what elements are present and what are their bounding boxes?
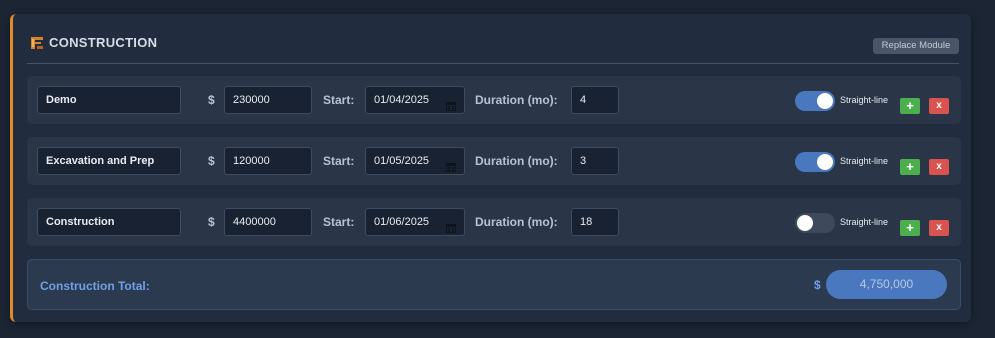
delete-row-button[interactable]: x <box>929 159 949 175</box>
start-label: Start: <box>323 93 355 107</box>
duration-label: Duration (mo): <box>475 215 558 229</box>
module-title: CONSTRUCTION <box>49 35 158 50</box>
cost-row: Excavation and Prep $ 120000 Start: 01/0… <box>27 137 961 185</box>
start-label: Start: <box>323 154 355 168</box>
add-row-button[interactable]: + <box>900 220 920 236</box>
currency-symbol: $ <box>208 93 215 107</box>
currency-symbol: $ <box>208 154 215 168</box>
page-background: CONSTRUCTION Replace Module Demo $ 23000… <box>0 0 995 338</box>
construction-module-card: CONSTRUCTION Replace Module Demo $ 23000… <box>10 14 971 322</box>
add-row-button[interactable]: + <box>900 159 920 175</box>
straight-line-label: Straight-line <box>840 217 889 227</box>
duration-label: Duration (mo): <box>475 154 558 168</box>
cost-row: Demo $ 230000 Start: 01/04/2025 Duration… <box>27 76 961 124</box>
straight-line-toggle[interactable] <box>795 152 835 172</box>
cost-item-name-input[interactable]: Excavation and Prep <box>37 147 181 175</box>
cost-amount-input[interactable]: 230000 <box>224 86 312 114</box>
cost-amount-input[interactable]: 4400000 <box>224 208 312 236</box>
calendar-icon[interactable] <box>446 95 456 111</box>
straight-line-label: Straight-line <box>840 95 889 105</box>
construction-total-panel: Construction Total: $ 4,750,000 <box>27 259 961 310</box>
start-date-input[interactable]: 01/05/2025 <box>365 147 465 175</box>
module-header: CONSTRUCTION Replace Module <box>27 32 959 64</box>
calendar-icon[interactable] <box>446 156 456 172</box>
delete-row-button[interactable]: x <box>929 98 949 114</box>
duration-label: Duration (mo): <box>475 93 558 107</box>
replace-module-button[interactable]: Replace Module <box>873 38 959 54</box>
start-date-input[interactable]: 01/04/2025 <box>365 86 465 114</box>
total-currency-symbol: $ <box>814 278 821 292</box>
toggle-knob <box>817 154 833 170</box>
duration-input[interactable]: 18 <box>571 208 619 236</box>
add-row-button[interactable]: + <box>900 98 920 114</box>
start-date-input[interactable]: 01/06/2025 <box>365 208 465 236</box>
straight-line-label: Straight-line <box>840 156 889 166</box>
duration-input[interactable]: 4 <box>571 86 619 114</box>
cost-item-name-input[interactable]: Construction <box>37 208 181 236</box>
total-label: Construction Total: <box>40 279 150 293</box>
start-date-value: 01/06/2025 <box>374 216 430 228</box>
start-label: Start: <box>323 215 355 229</box>
start-date-value: 01/05/2025 <box>374 155 430 167</box>
toggle-knob <box>797 215 813 231</box>
total-value: 4,750,000 <box>826 270 947 299</box>
cost-item-name-input[interactable]: Demo <box>37 86 181 114</box>
calendar-icon[interactable] <box>446 217 456 233</box>
cost-amount-input[interactable]: 120000 <box>224 147 312 175</box>
construction-icon <box>29 35 45 51</box>
currency-symbol: $ <box>208 215 215 229</box>
straight-line-toggle[interactable] <box>795 213 835 233</box>
toggle-knob <box>817 93 833 109</box>
delete-row-button[interactable]: x <box>929 220 949 236</box>
start-date-value: 01/04/2025 <box>374 94 430 106</box>
straight-line-toggle[interactable] <box>795 91 835 111</box>
cost-row: Construction $ 4400000 Start: 01/06/2025… <box>27 198 961 246</box>
duration-input[interactable]: 3 <box>571 147 619 175</box>
